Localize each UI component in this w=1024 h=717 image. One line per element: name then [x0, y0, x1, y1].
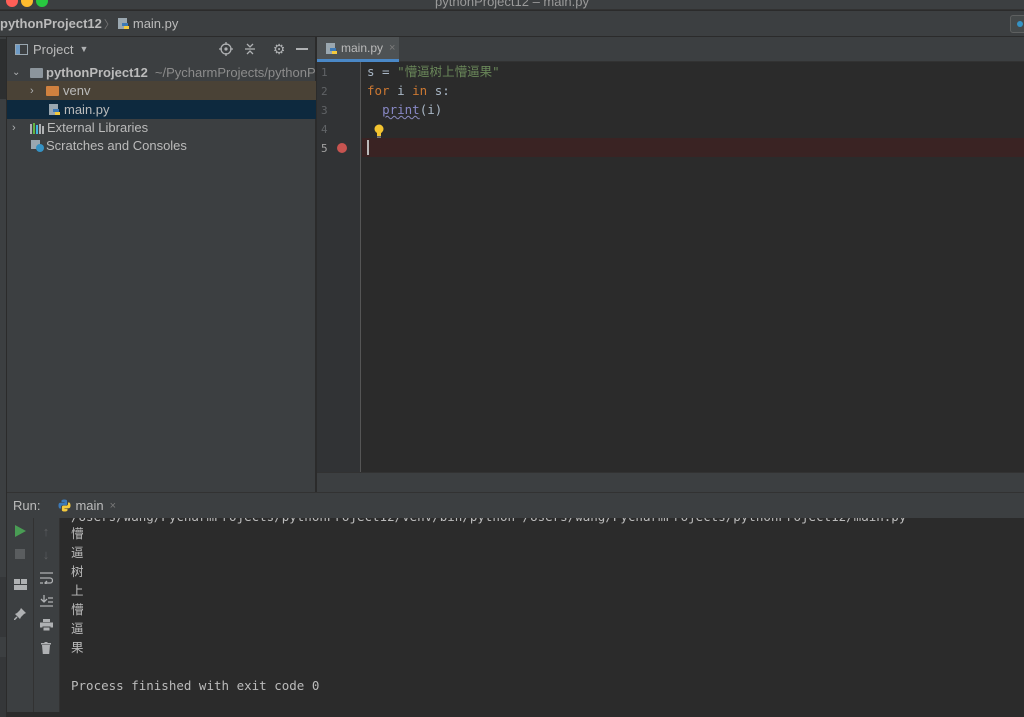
console-command-line: /Users/wang/PycharmProjects/pythonProjec…	[71, 518, 906, 526]
pin-icon[interactable]	[12, 606, 28, 622]
left-tool-stripe	[0, 37, 7, 717]
chevron-down-icon[interactable]: ⌄	[12, 67, 24, 78]
run-tab-label: main	[75, 498, 104, 513]
breadcrumb-project[interactable]: pythonProject12	[0, 16, 102, 31]
project-panel: Project ▼ ⚙ ⌄ pythonProject12 ~/PycharmP…	[7, 37, 316, 492]
run-label: Run:	[13, 498, 41, 513]
external-libraries-label: External Libraries	[47, 120, 149, 135]
window-title: pythonProject12 – main.py	[435, 0, 589, 9]
collapse-all-icon[interactable]	[242, 41, 258, 57]
project-panel-header: Project ▼ ⚙	[7, 37, 315, 61]
console-output-line: 逼	[71, 621, 84, 636]
lightbulb-icon[interactable]	[374, 124, 384, 138]
scratches-label: Scratches and Consoles	[46, 138, 187, 153]
breakpoint-icon[interactable]	[337, 143, 347, 153]
project-view-selector[interactable]: Project	[33, 42, 73, 57]
console-output-line: 懵	[71, 526, 84, 541]
tree-item-venv[interactable]: › venv	[7, 81, 316, 100]
run-console[interactable]: /Users/wang/PycharmProjects/pythonProjec…	[60, 518, 1024, 712]
python-file-icon	[48, 103, 61, 116]
soft-wrap-icon[interactable]	[38, 570, 54, 586]
arrow-up-icon[interactable]: ↑	[38, 523, 54, 539]
tree-item-external-libraries[interactable]: › External Libraries	[7, 118, 316, 137]
project-view-icon	[15, 43, 28, 55]
venv-label: venv	[63, 83, 91, 98]
console-output-line: 树	[71, 564, 84, 579]
title-bar: pythonProject12 – main.py	[0, 0, 1024, 10]
folder-icon	[30, 67, 43, 78]
line-number: 5	[321, 142, 328, 155]
console-output-line: 懵	[71, 602, 84, 617]
run-toolbar-primary	[7, 518, 34, 712]
stop-icon[interactable]	[12, 546, 28, 562]
code-line-1: s = "懵逼树上懵逼果"	[367, 64, 500, 79]
close-icon[interactable]: ×	[110, 500, 116, 512]
tree-item-project-root[interactable]: ⌄ pythonProject12 ~/PycharmProjects/pyth…	[7, 63, 316, 82]
breadcrumb-separator: 〉	[103, 18, 115, 31]
console-output-line: 果	[71, 640, 84, 655]
locate-icon[interactable]	[218, 41, 234, 57]
close-icon[interactable]: ×	[389, 42, 395, 54]
python-icon	[58, 499, 71, 512]
console-output-line: 上	[71, 583, 84, 598]
chevron-right-icon[interactable]: ›	[12, 122, 24, 134]
code-line-3: print(i)	[382, 102, 443, 117]
run-toolbar-secondary: ↑ ↓	[34, 518, 60, 712]
code-editor[interactable]: s = "懵逼树上懵逼果" for i in s: print(i)	[362, 62, 1024, 472]
python-file-icon	[117, 17, 130, 30]
tab-label: main.py	[341, 41, 384, 55]
chevron-right-icon[interactable]: ›	[30, 85, 42, 97]
current-line-highlight	[362, 138, 1024, 157]
arrow-down-icon[interactable]: ↓	[38, 546, 54, 562]
chevron-down-icon[interactable]: ▼	[79, 44, 88, 54]
scratches-icon	[30, 139, 44, 152]
trash-icon[interactable]	[38, 640, 54, 656]
editor-gutter: 1 2 3 4 5	[317, 62, 361, 472]
line-number: 2	[321, 85, 328, 98]
project-root-name: pythonProject12	[46, 65, 148, 80]
text-cursor	[367, 140, 369, 155]
run-panel-header: Run: main ×	[7, 492, 1024, 518]
layout-icon[interactable]	[12, 576, 28, 592]
line-number: 4	[321, 123, 328, 136]
editor-status-strip	[317, 472, 1024, 492]
editor-tab-bar: main.py ×	[317, 37, 1024, 62]
line-number: 1	[321, 66, 328, 79]
scroll-to-end-icon[interactable]	[38, 593, 54, 609]
tree-item-main-py[interactable]: main.py	[7, 100, 316, 119]
structure-tool-button[interactable]	[0, 577, 6, 637]
line-number: 3	[321, 104, 328, 117]
print-icon[interactable]	[38, 617, 54, 633]
breadcrumb-file[interactable]: main.py	[133, 16, 179, 31]
gear-icon[interactable]: ⚙	[271, 41, 287, 57]
project-root-path: ~/PycharmProjects/pythonP	[154, 65, 316, 80]
console-output-line: 逼	[71, 545, 84, 560]
project-tool-button[interactable]	[0, 39, 6, 99]
code-line-2: for i in s:	[367, 83, 450, 98]
console-finished-line: Process finished with exit code 0	[71, 678, 320, 693]
python-file-icon	[325, 42, 338, 55]
breadcrumb: pythonProject12 〉 main.py	[0, 11, 1024, 37]
favorites-tool-button[interactable]	[0, 657, 6, 717]
tab-main-py[interactable]: main.py ×	[317, 37, 399, 62]
tab-run-main[interactable]: main ×	[58, 498, 116, 513]
folder-icon	[46, 85, 59, 96]
libraries-icon	[30, 122, 44, 134]
tree-item-scratches[interactable]: Scratches and Consoles	[7, 136, 316, 155]
run-config-widget[interactable]	[1010, 15, 1024, 33]
rerun-icon[interactable]	[12, 523, 28, 539]
main-py-label: main.py	[64, 102, 110, 117]
hide-panel-icon[interactable]	[294, 41, 310, 57]
